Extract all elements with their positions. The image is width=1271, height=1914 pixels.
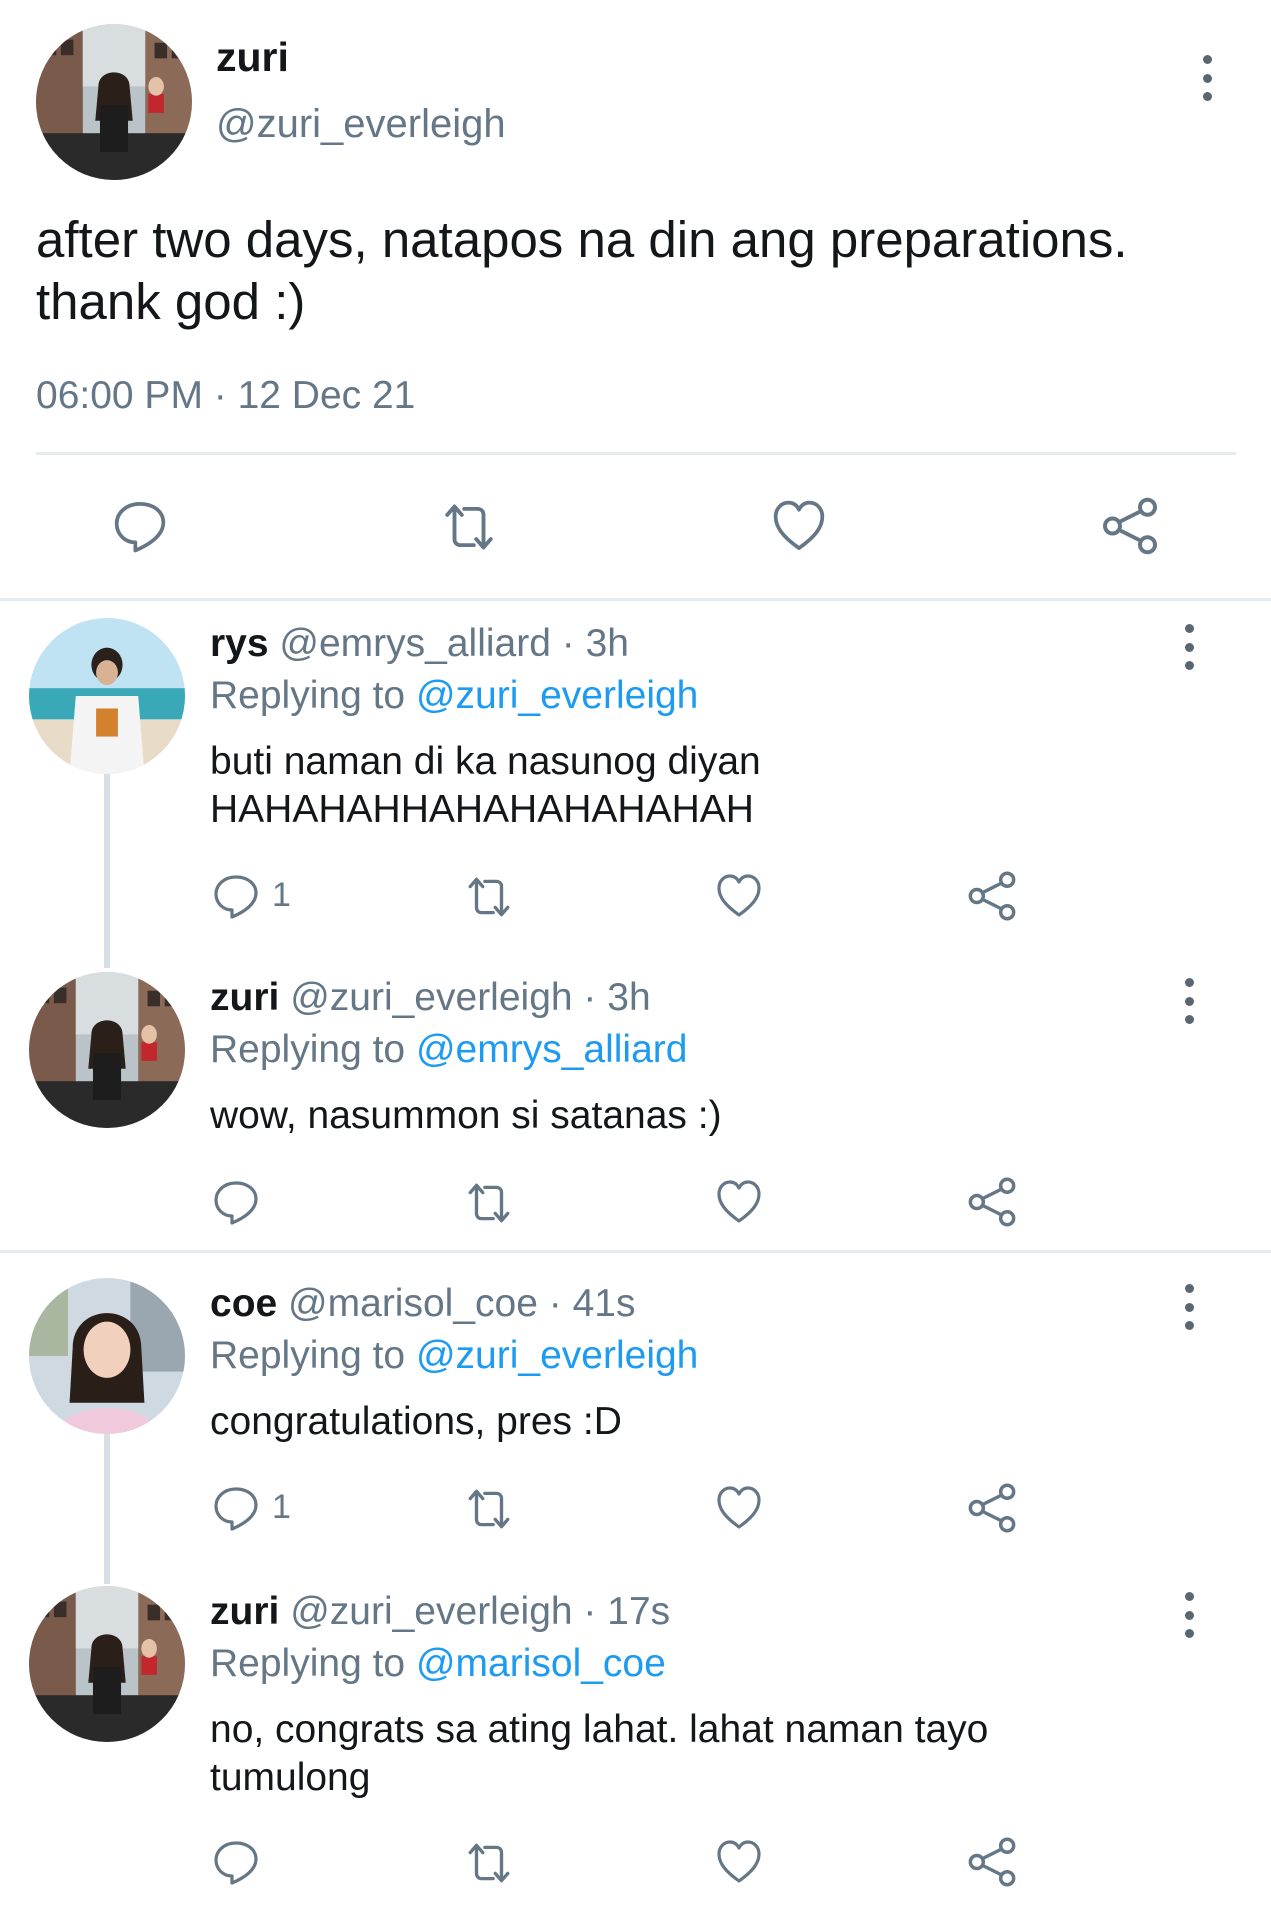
reply-icon[interactable]: [212, 872, 260, 920]
reply-count: 1: [272, 876, 291, 914]
share-icon[interactable]: [966, 1176, 1018, 1228]
reply-count: 1: [272, 1488, 291, 1526]
reply-icon[interactable]: [212, 1178, 260, 1226]
avatar[interactable]: [29, 972, 185, 1128]
reply-text-line-1: no, congrats sa ating lahat. lahat naman…: [210, 1708, 989, 1751]
share-icon[interactable]: [966, 870, 1018, 922]
mention-link[interactable]: @emrys_alliard: [416, 1028, 688, 1071]
replying-label: Replying to: [210, 1642, 406, 1685]
mention-link[interactable]: @marisol_coe: [416, 1642, 666, 1685]
reply-time: 3h: [607, 976, 651, 1019]
replying-label: Replying to: [210, 1028, 406, 1071]
reply-text-line-1: wow, nasummon si satanas :): [210, 1094, 722, 1137]
handle[interactable]: @zuri_everleigh: [290, 1590, 572, 1633]
more-icon[interactable]: [1182, 1592, 1196, 1638]
more-icon[interactable]: [1182, 1284, 1196, 1330]
handle[interactable]: @emrys_alliard: [279, 622, 551, 665]
reply-icon[interactable]: [212, 1838, 260, 1886]
share-icon[interactable]: [1100, 496, 1160, 556]
reply-header: zuri @zuri_everleigh · 17s: [210, 1590, 670, 1634]
like-icon[interactable]: [714, 872, 764, 920]
thread-line: [104, 1434, 110, 1584]
reply-time: 17s: [607, 1590, 671, 1633]
mention-link[interactable]: @zuri_everleigh: [416, 1334, 698, 1377]
reply-text-line-2: tumulong: [210, 1756, 371, 1799]
reply-header: coe @marisol_coe · 41s: [210, 1282, 635, 1326]
handle[interactable]: @zuri_everleigh: [290, 976, 572, 1019]
like-icon[interactable]: [714, 1484, 764, 1532]
separator: ·: [583, 1590, 597, 1633]
reply-header: zuri @zuri_everleigh · 3h: [210, 976, 651, 1020]
divider: [0, 598, 1271, 601]
share-icon[interactable]: [966, 1836, 1018, 1888]
more-icon[interactable]: [1182, 978, 1196, 1024]
avatar[interactable]: [36, 24, 192, 180]
reply-text-line-2: HAHAHAHHAHAHAHAHAHAH: [210, 788, 754, 831]
thread-line: [104, 772, 110, 968]
reply-text-line-1: congratulations, pres :D: [210, 1400, 622, 1443]
avatar[interactable]: [29, 1278, 185, 1434]
reply-icon[interactable]: [212, 1484, 260, 1532]
tweet-text-line-2: thank god :): [36, 273, 306, 330]
replying-to: Replying to @emrys_alliard: [210, 1028, 687, 1072]
reply-icon[interactable]: [112, 498, 168, 554]
display-name[interactable]: zuri: [210, 1590, 279, 1633]
timestamp: 06:00 PM · 12 Dec 21: [36, 374, 416, 417]
display-name[interactable]: zuri: [210, 976, 279, 1019]
divider: [36, 452, 1236, 455]
avatar[interactable]: [29, 618, 185, 774]
display-name[interactable]: zuri: [216, 34, 289, 81]
retweet-icon[interactable]: [460, 1838, 518, 1888]
divider: [0, 1250, 1271, 1253]
handle[interactable]: @zuri_everleigh: [216, 102, 506, 147]
handle[interactable]: @marisol_coe: [288, 1282, 538, 1325]
reply-header: rys @emrys_alliard · 3h: [210, 622, 629, 666]
reply-text-line-1: buti naman di ka nasunog diyan: [210, 740, 761, 783]
separator: ·: [583, 976, 597, 1019]
display-name[interactable]: coe: [210, 1282, 277, 1325]
more-icon[interactable]: [1200, 55, 1214, 101]
reply-time: 41s: [572, 1282, 636, 1325]
like-icon[interactable]: [714, 1178, 764, 1226]
like-icon[interactable]: [714, 1838, 764, 1886]
avatar[interactable]: [29, 1586, 185, 1742]
replying-to: Replying to @zuri_everleigh: [210, 1334, 698, 1378]
retweet-icon[interactable]: [460, 872, 518, 922]
more-icon[interactable]: [1182, 624, 1196, 670]
retweet-icon[interactable]: [460, 1178, 518, 1228]
replying-to: Replying to @zuri_everleigh: [210, 674, 698, 718]
separator: ·: [561, 622, 575, 665]
retweet-icon[interactable]: [460, 1484, 518, 1534]
like-icon[interactable]: [770, 498, 828, 554]
display-name[interactable]: rys: [210, 622, 269, 665]
replying-to: Replying to @marisol_coe: [210, 1642, 666, 1686]
retweet-icon[interactable]: [436, 498, 502, 556]
separator: ·: [548, 1282, 562, 1325]
tweet-text-line-1: after two days, natapos na din ang prepa…: [36, 211, 1128, 268]
mention-link[interactable]: @zuri_everleigh: [416, 674, 698, 717]
reply-time: 3h: [585, 622, 629, 665]
share-icon[interactable]: [966, 1482, 1018, 1534]
replying-label: Replying to: [210, 1334, 406, 1377]
replying-label: Replying to: [210, 674, 406, 717]
